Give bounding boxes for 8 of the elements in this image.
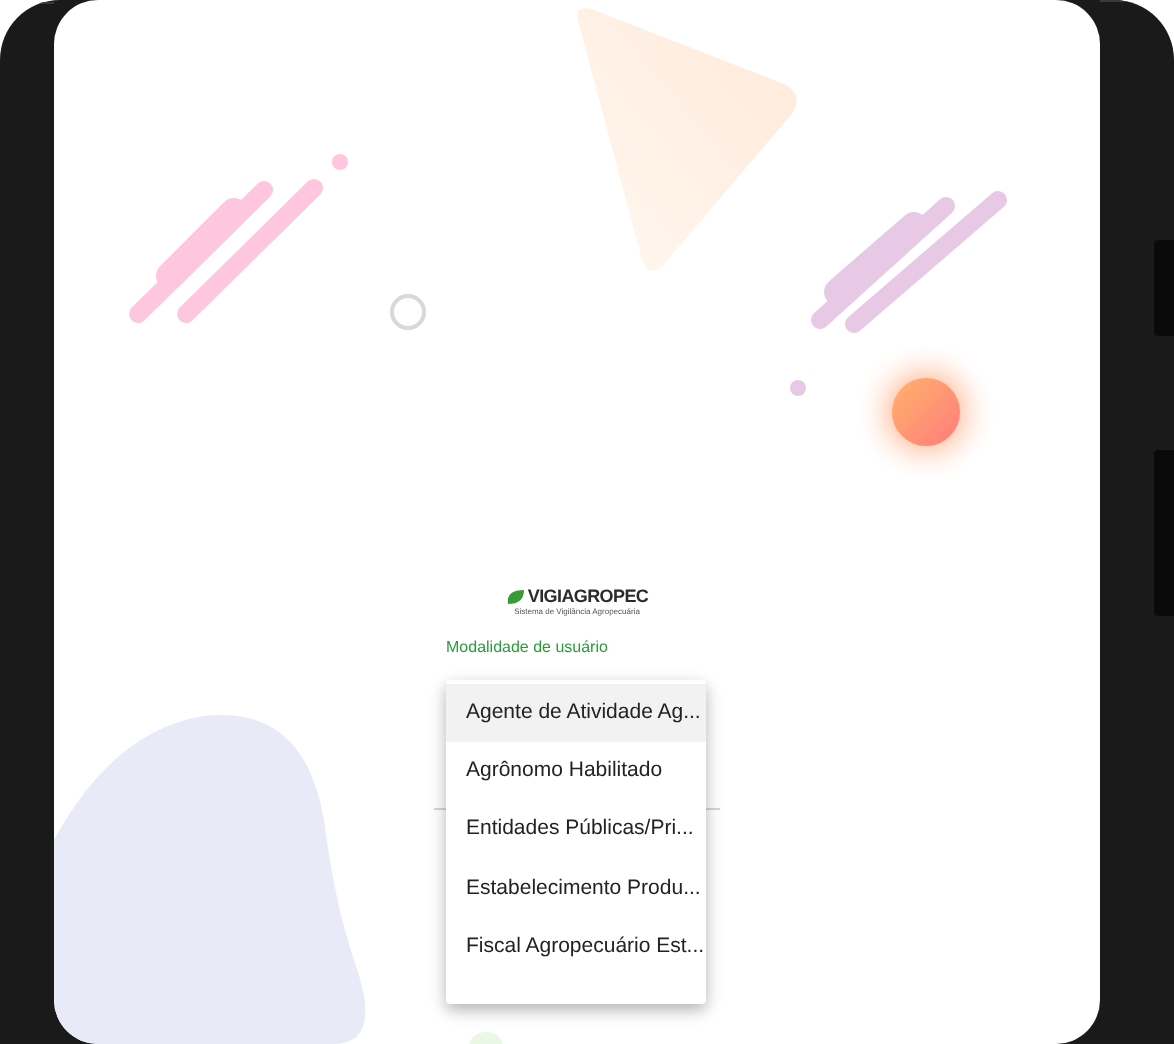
menu-item[interactable]: Entidades Públicas/Pri... (446, 800, 706, 860)
leaf-icon (505, 587, 526, 605)
menu-item[interactable]: Estabelecimento Produ... (446, 859, 706, 918)
field-label: Modalidade de usuário (444, 638, 610, 658)
logo-text: VIGIAGROPEC (527, 586, 649, 606)
menu-item[interactable]: Agrônomo Habilitado (446, 742, 706, 801)
menu-item[interactable]: Fiscal Agropecuário Est... (446, 917, 706, 976)
menu-item[interactable]: Agente de Atividade Ag... (446, 684, 706, 743)
